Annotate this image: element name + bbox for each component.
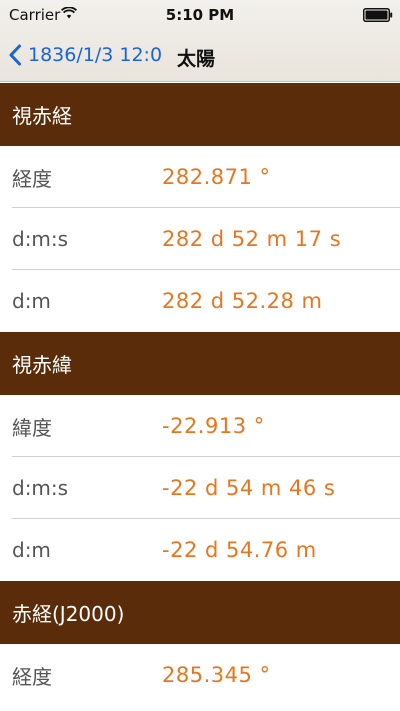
page-title: 太陽 bbox=[177, 48, 216, 70]
row-label: d:m bbox=[12, 538, 51, 562]
status-bar: Carrier 5:10 PM bbox=[0, 0, 400, 30]
section-title: 赤経(J2000) bbox=[12, 602, 125, 626]
section-header-apparent-dec: 視赤緯 bbox=[0, 332, 400, 395]
back-button-label: 1836/1/3 12:0 bbox=[28, 44, 163, 66]
row-label: d:m bbox=[12, 289, 51, 313]
row-value: -22.913 ° bbox=[162, 414, 265, 438]
table-row: d:m:s -22 d 54 m 46 s bbox=[0, 457, 400, 519]
table-row: d:m:s 282 d 52 m 17 s bbox=[0, 208, 400, 270]
top-bar: Carrier 5:10 PM 1836/1/3 12:0 太陽 bbox=[0, 0, 400, 82]
table-row: d:m 282 d 52.28 m bbox=[0, 270, 400, 332]
chevron-left-icon bbox=[9, 44, 21, 66]
row-label: d:m:s bbox=[12, 227, 69, 251]
status-time: 5:10 PM bbox=[165, 6, 235, 24]
row-value: 282.871 ° bbox=[162, 165, 271, 189]
section-title: 視赤経 bbox=[12, 104, 72, 128]
section-header-apparent-ra: 視赤経 bbox=[0, 83, 400, 146]
battery-icon bbox=[363, 8, 393, 22]
navigation-bar: 1836/1/3 12:0 太陽 bbox=[0, 30, 400, 82]
section-title: 視赤緯 bbox=[12, 353, 72, 377]
row-label: 緯度 bbox=[12, 415, 52, 440]
detail-table[interactable]: 視赤経 経度 282.871 ° d:m:s 282 d 52 m 17 s d… bbox=[0, 83, 400, 706]
table-row: d:m -22 d 54.76 m bbox=[0, 519, 400, 581]
row-label: d:m:s bbox=[12, 476, 69, 500]
back-button[interactable]: 1836/1/3 12:0 bbox=[8, 40, 162, 70]
table-row: 経度 285.345 ° bbox=[0, 644, 400, 706]
row-value: 285.345 ° bbox=[162, 663, 271, 687]
row-value: 282 d 52 m 17 s bbox=[162, 227, 342, 251]
row-value: -22 d 54 m 46 s bbox=[162, 476, 336, 500]
row-label: 経度 bbox=[12, 166, 52, 191]
app-screen: Carrier 5:10 PM 1836/1/3 12:0 太陽 視赤経 経度 … bbox=[0, 0, 400, 711]
table-row: 経度 282.871 ° bbox=[0, 146, 400, 208]
table-row: 緯度 -22.913 ° bbox=[0, 395, 400, 457]
row-value: -22 d 54.76 m bbox=[162, 538, 317, 562]
row-value: 282 d 52.28 m bbox=[162, 289, 323, 313]
section-header-ra-j2000: 赤経(J2000) bbox=[0, 581, 400, 644]
row-label: 経度 bbox=[12, 664, 52, 689]
